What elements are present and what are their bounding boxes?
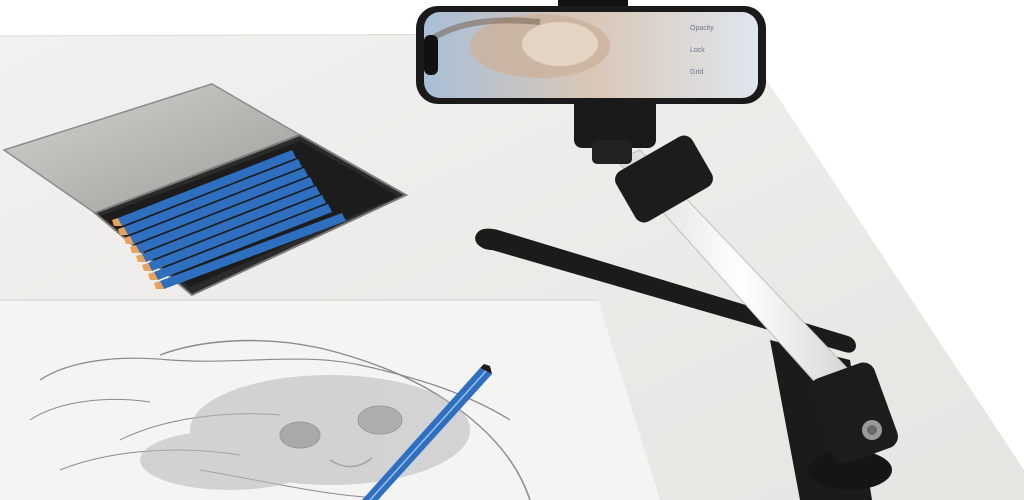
phone-screen-label: Lock (690, 47, 705, 54)
smartphone: Opacity Lock Grid (416, 6, 766, 104)
phone-screen-label: Opacity (690, 25, 714, 32)
phone-screen-label: Grid (690, 69, 703, 76)
photo-scene: Opacity Lock Grid (0, 0, 1024, 500)
